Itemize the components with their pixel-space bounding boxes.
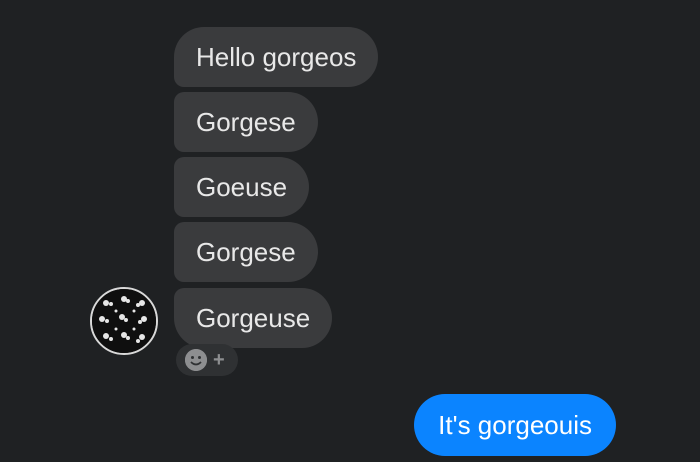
received-message[interactable]: Gorgeuse bbox=[174, 288, 333, 348]
sender-avatar[interactable] bbox=[90, 287, 158, 355]
received-message[interactable]: Gorgese bbox=[174, 92, 318, 152]
smiley-icon bbox=[185, 349, 207, 371]
received-message[interactable]: Gorgese bbox=[174, 222, 318, 282]
chat-thread: Hello gorgeos Gorgese Goeuse Gorgese Gor… bbox=[0, 0, 700, 462]
received-message[interactable]: Hello gorgeos bbox=[174, 27, 379, 87]
avatar-pattern-icon bbox=[92, 289, 156, 353]
plus-icon: + bbox=[213, 349, 225, 371]
add-reaction-button[interactable]: + bbox=[176, 344, 238, 376]
received-message[interactable]: Goeuse bbox=[174, 157, 310, 217]
sent-message[interactable]: It's gorgeouis bbox=[414, 394, 616, 456]
